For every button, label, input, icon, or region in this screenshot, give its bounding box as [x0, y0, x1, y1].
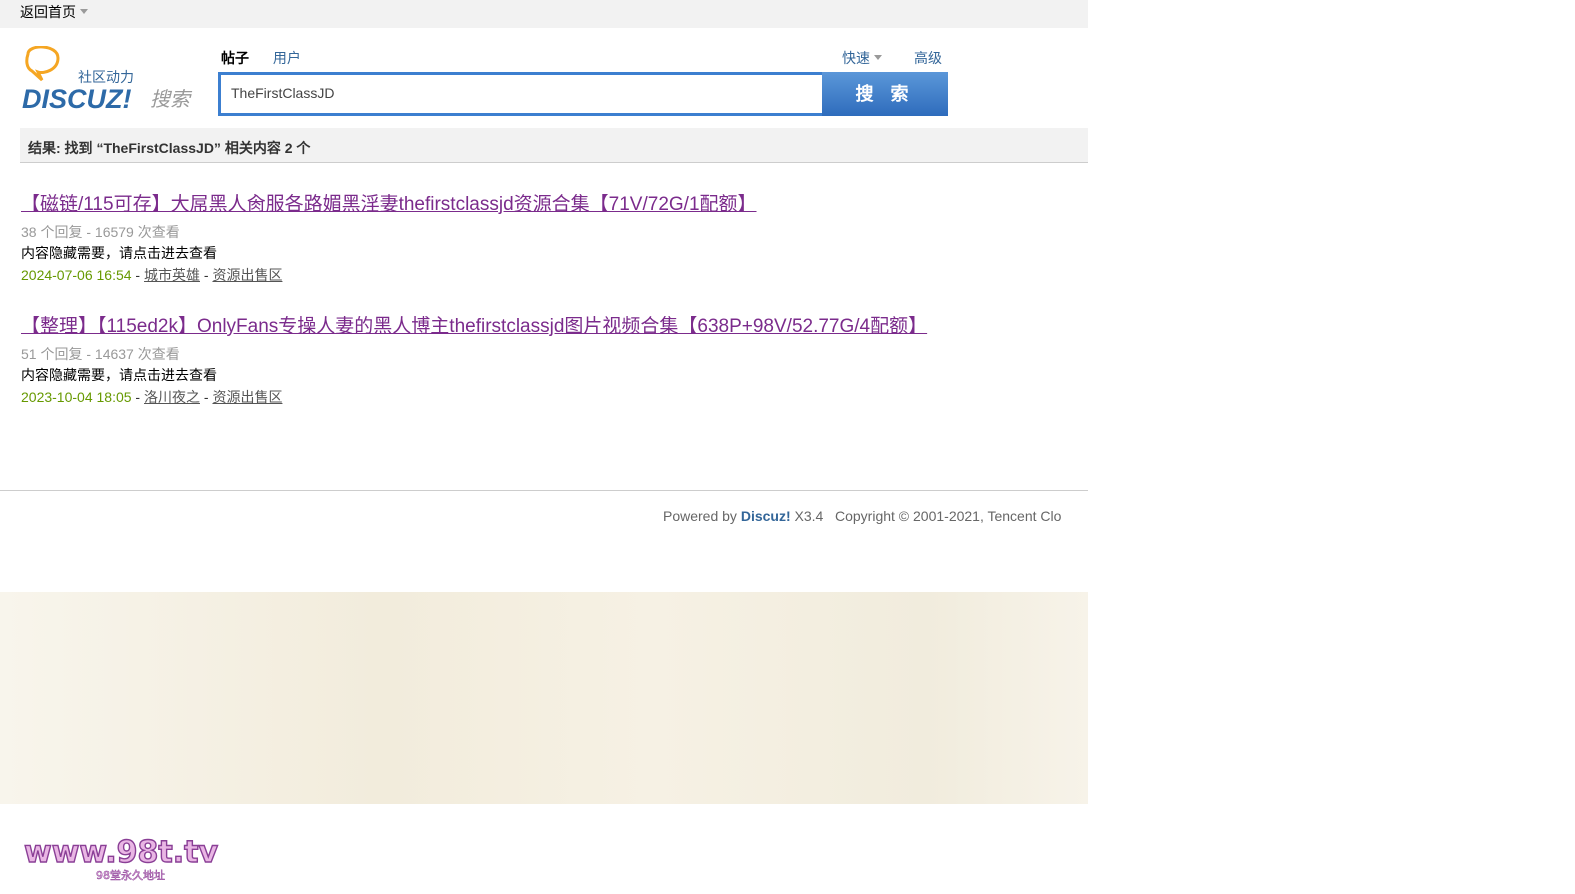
result-author-link[interactable]: 洛川夜之: [144, 389, 200, 405]
result-title-link[interactable]: 【磁链/115可存】大屌黑人肏服各路媚黑淫妻thefirstclassjd资源合…: [21, 189, 951, 220]
footer-credits: Powered by Discuz! X3.4 Copyright © 2001…: [663, 508, 1061, 524]
quick-search-label: 快速: [842, 50, 870, 66]
result-info: 2023-10-04 18:05 - 洛川夜之 - 资源出售区: [21, 389, 283, 405]
result-author-link[interactable]: 城市英雄: [144, 267, 200, 283]
site-watermark: www.98t.tv 98堂永久地址: [23, 826, 244, 886]
advanced-search-link[interactable]: 高级: [914, 48, 942, 68]
result-stats: 38 个回复 - 16579 次查看: [21, 224, 180, 240]
home-link[interactable]: 返回首页: [20, 2, 88, 22]
tab-posts[interactable]: 帖子: [221, 50, 249, 66]
quick-search-dropdown[interactable]: 快速: [842, 48, 882, 68]
results-header: 结果: 找到 “TheFirstClassJD” 相关内容 2 个: [20, 128, 1088, 163]
logo-brand: DISCUZ!: [22, 84, 132, 114]
search-button[interactable]: 搜 索: [822, 72, 948, 116]
result-info: 2024-07-06 16:54 - 城市英雄 - 资源出售区: [21, 267, 283, 283]
search-type-tabs: 帖子 用户: [221, 48, 321, 68]
result-item: 【整理】【115ed2k】OnlyFans专操人妻的黑人博主thefirstcl…: [21, 311, 951, 408]
result-description: 内容隐藏需要，请点击进去查看: [21, 245, 217, 261]
footer-brand-link[interactable]: Discuz!: [741, 508, 791, 524]
search-input[interactable]: [221, 75, 821, 111]
watermark-text: www.98t.tv: [24, 835, 218, 870]
result-stats: 51 个回复 - 14637 次查看: [21, 346, 180, 362]
footer-version: X3.4: [794, 508, 824, 524]
footer-copyright: Copyright © 2001-2021, Tencent Clo: [835, 508, 1062, 524]
discuz-search-logo[interactable]: 社区动力 DISCUZ! 搜索: [20, 45, 200, 116]
ad-banner[interactable]: [0, 592, 1088, 804]
result-description: 内容隐藏需要，请点击进去查看: [21, 367, 217, 383]
chevron-down-icon: [80, 9, 88, 14]
results-summary: 结果: 找到 “TheFirstClassJD” 相关内容 2 个: [28, 140, 311, 156]
result-forum-link[interactable]: 资源出售区: [212, 389, 282, 405]
home-link-label: 返回首页: [20, 4, 76, 20]
result-title-link[interactable]: 【整理】【115ed2k】OnlyFans专操人妻的黑人博主thefirstcl…: [21, 311, 951, 342]
chevron-down-icon: [874, 55, 882, 60]
top-bar: 返回首页: [0, 0, 1088, 28]
result-date: 2023-10-04 18:05: [21, 389, 132, 405]
tab-users[interactable]: 用户: [273, 50, 301, 66]
search-box: [218, 72, 822, 116]
result-item: 【磁链/115可存】大屌黑人肏服各路媚黑淫妻thefirstclassjd资源合…: [21, 189, 951, 286]
logo-suffix: 搜索: [150, 87, 193, 111]
footer-divider: [0, 490, 1088, 491]
result-forum-link[interactable]: 资源出售区: [212, 267, 282, 283]
result-date: 2024-07-06 16:54: [21, 267, 132, 283]
logo-graphic: 社区动力 DISCUZ! 搜索: [22, 45, 193, 114]
watermark-subtext: 98堂永久地址: [96, 868, 165, 882]
page: 返回首页 社区动力 DISCUZ! 搜索 帖子 用户 快速 高级 搜 索 结果:…: [0, 0, 1088, 894]
footer-powered-label: Powered by: [663, 508, 737, 524]
watermark-logo: www.98t.tv 98堂永久地址: [23, 834, 219, 882]
